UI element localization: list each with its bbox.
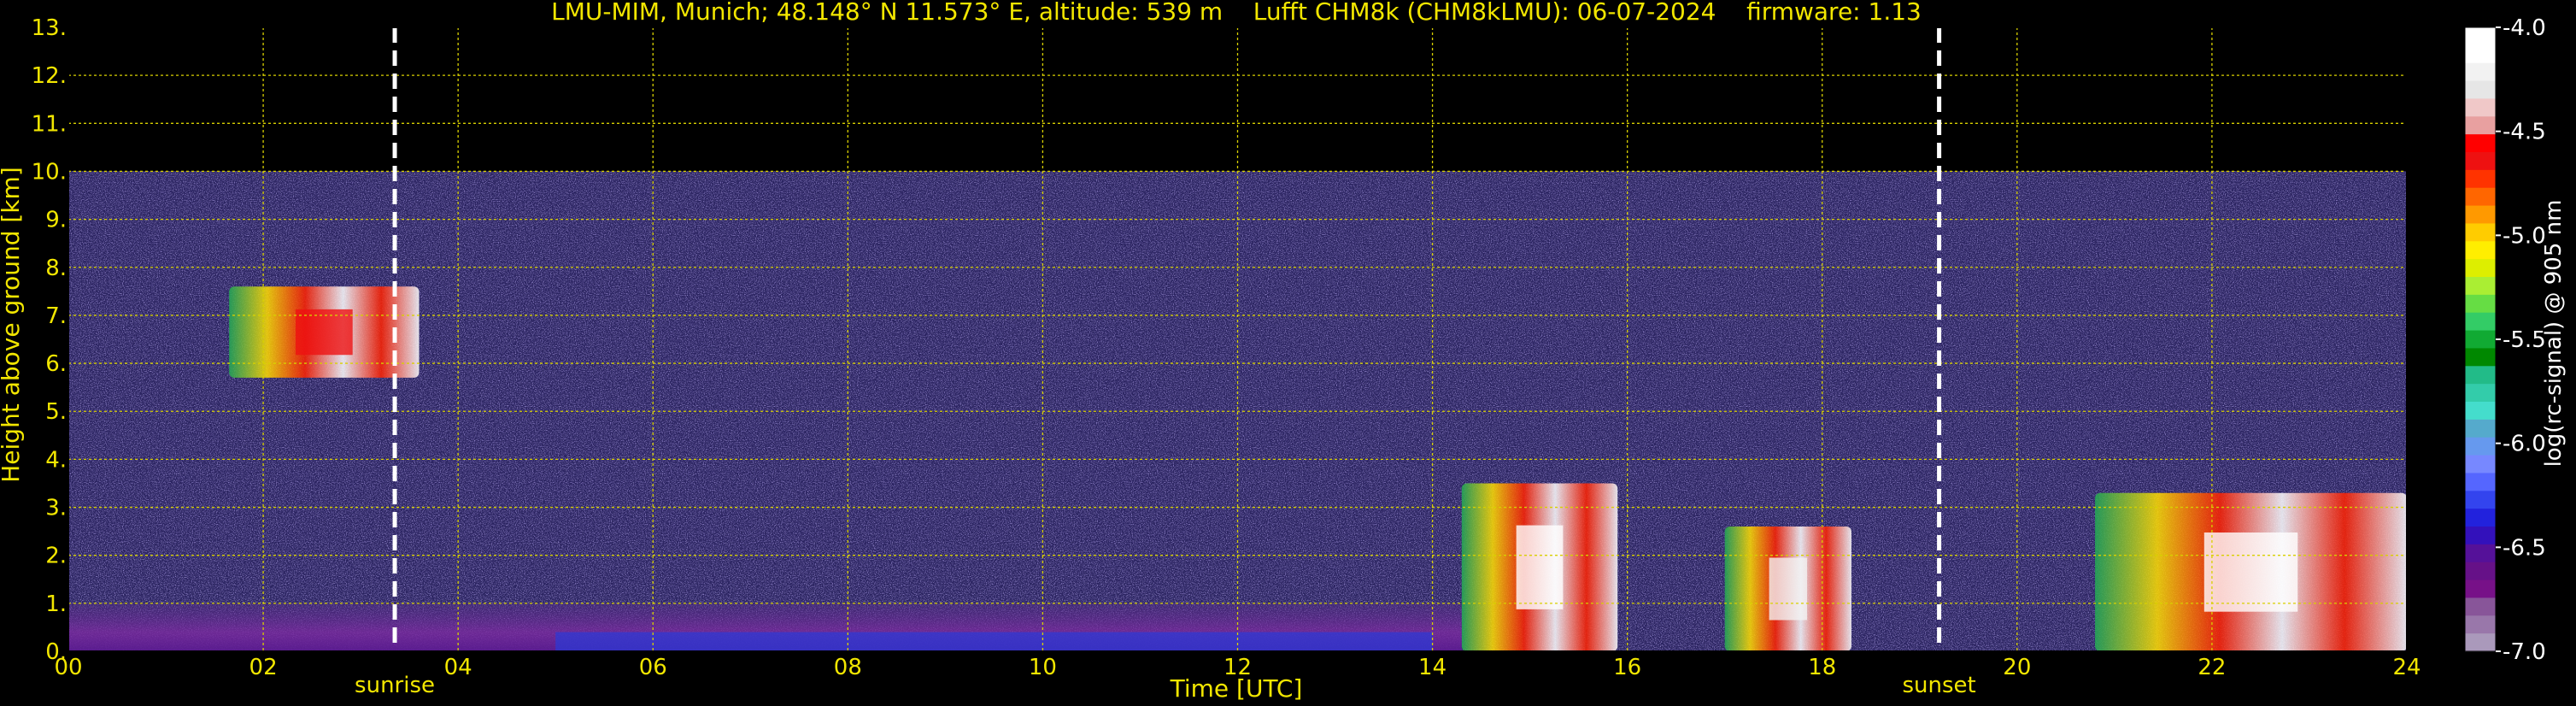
colorbar-segment-26	[2465, 491, 2496, 509]
colorbar-segment-9	[2465, 187, 2496, 207]
colorbar-segment-21	[2465, 402, 2496, 421]
colorbar-tick-0: -4.0	[2503, 15, 2546, 41]
colorbar-segment-18	[2465, 348, 2496, 367]
x-tick-02: 02	[249, 655, 278, 680]
colorbar-tick-3: -5.5	[2503, 327, 2546, 353]
colorbar-tick-4: -6.0	[2503, 432, 2546, 457]
colorbar-tick-2: -5.0	[2503, 223, 2546, 249]
y-tick-12: 12.	[32, 63, 67, 89]
x-tick-16: 16	[1613, 655, 1641, 680]
colorbar-tick-1: -4.5	[2503, 120, 2546, 145]
colorbar-segment-13	[2465, 259, 2496, 278]
colorbar-segment-1	[2465, 44, 2496, 64]
colorbar-segment-23	[2465, 437, 2496, 456]
colorbar-segment-33	[2465, 615, 2496, 634]
x-tick-22: 22	[2198, 655, 2226, 680]
cloud-core-2	[1769, 557, 1808, 621]
colorbar-segment-7	[2465, 152, 2496, 171]
colorbar-tick-6: -7.0	[2503, 639, 2546, 665]
y-tick-7: 7.	[45, 303, 67, 329]
colorbar-segment-27	[2465, 509, 2496, 527]
colorbar-segment-24	[2465, 455, 2496, 474]
y-tick-labels: 0. 1. 2. 3. 4. 5. 6. 7. 8. 9. 10. 11. 12. 13.	[32, 15, 67, 665]
y-tick-5: 5.	[45, 399, 67, 425]
x-tick-14: 14	[1418, 655, 1446, 680]
x-tick-20: 20	[2003, 655, 2031, 680]
boundary-layer-core-4	[555, 632, 1433, 651]
ceilometer-chart: LMU-MIM, Munich; 48.148° N 11.573° E, al…	[0, 0, 2567, 703]
y-tick-9: 9.	[45, 208, 67, 233]
colorbar-segment-3	[2465, 80, 2496, 100]
colorbar-tick-5: -6.5	[2503, 535, 2546, 561]
colorbar-segment-25	[2465, 473, 2496, 491]
colorbar-label: log(rc-signal) @ 905 nm	[2541, 200, 2567, 468]
colorbar-segment-11	[2465, 223, 2496, 242]
cloud-core-1	[1516, 525, 1564, 609]
marker-label-sunset: sunset	[1902, 673, 1975, 698]
colorbar-segment-22	[2465, 419, 2496, 438]
x-axis-label: Time [UTC]	[1170, 674, 1303, 703]
colorbar-segment-31	[2465, 580, 2496, 599]
y-axis-label: Height above ground [km]	[0, 167, 25, 483]
y-tick-6: 6.	[45, 351, 67, 377]
colorbar-segment-32	[2465, 597, 2496, 616]
colorbar-segment-15	[2465, 294, 2496, 314]
colorbar: -4.0 -4.5 -5.0 -5.5 -6.0 -6.5 -7.0	[2464, 15, 2546, 665]
colorbar-segment-5	[2465, 116, 2496, 135]
colorbar-segment-17	[2465, 330, 2496, 350]
cloud-core-0	[296, 309, 353, 356]
colorbar-segment-4	[2465, 98, 2496, 117]
colorbar-segment-8	[2465, 169, 2496, 189]
colorbar-segment-12	[2465, 241, 2496, 260]
colorbar-segment-6	[2465, 134, 2496, 153]
cloud-core-3	[2203, 532, 2298, 612]
plot-area	[67, 26, 2408, 652]
colorbar-segment-19	[2465, 366, 2496, 385]
colorbar-segment-30	[2465, 562, 2496, 581]
colorbar-segment-10	[2465, 205, 2496, 225]
x-tick-08: 08	[834, 655, 862, 680]
y-tick-1: 1.	[45, 591, 67, 617]
marker-label-sunrise: sunrise	[355, 673, 435, 698]
colorbar-segment-14	[2465, 277, 2496, 296]
colorbar-segment-2	[2465, 62, 2496, 82]
y-tick-2: 2.	[45, 544, 67, 569]
chart-title: LMU-MIM, Munich; 48.148° N 11.573° E, al…	[551, 0, 1922, 26]
colorbar-segment-0	[2465, 27, 2496, 46]
colorbar-segment-20	[2465, 384, 2496, 403]
colorbar-segment-29	[2465, 544, 2496, 563]
y-tick-0: 0.	[45, 639, 67, 665]
y-tick-3: 3.	[45, 496, 67, 521]
x-tick-10: 10	[1029, 655, 1057, 680]
x-tick-24: 24	[2392, 655, 2421, 680]
y-tick-11: 11.	[32, 111, 67, 137]
y-tick-10: 10.	[32, 159, 67, 185]
x-tick-06: 06	[639, 655, 667, 680]
y-tick-4: 4.	[45, 447, 67, 473]
colorbar-segment-34	[2465, 633, 2496, 652]
colorbar-segment-28	[2465, 527, 2496, 545]
y-tick-8: 8.	[45, 256, 67, 281]
x-tick-18: 18	[1808, 655, 1836, 680]
colorbar-segment-16	[2465, 312, 2496, 332]
y-tick-13: 13.	[32, 15, 67, 41]
x-tick-04: 04	[444, 655, 472, 680]
